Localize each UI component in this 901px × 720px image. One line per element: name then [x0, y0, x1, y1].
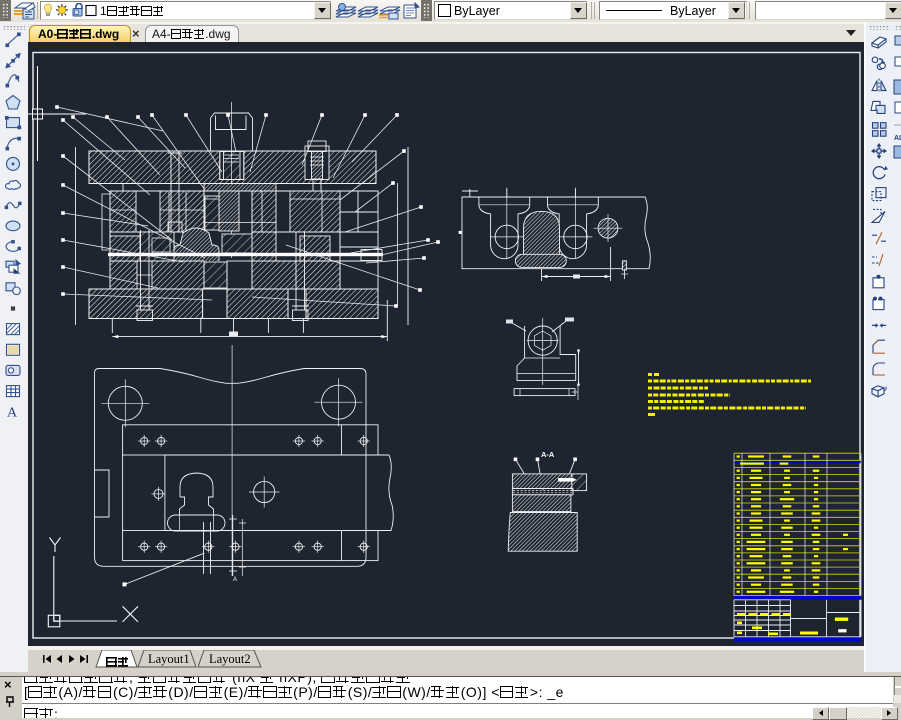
svg-text:Layout2: Layout2: [209, 652, 251, 666]
svg-text:A-A: A-A: [541, 450, 555, 459]
svg-text:A: A: [7, 406, 18, 421]
svg-text:AL: AL: [894, 135, 901, 142]
svg-text:A: A: [233, 577, 237, 583]
svg-text:Layout1: Layout1: [148, 652, 190, 666]
